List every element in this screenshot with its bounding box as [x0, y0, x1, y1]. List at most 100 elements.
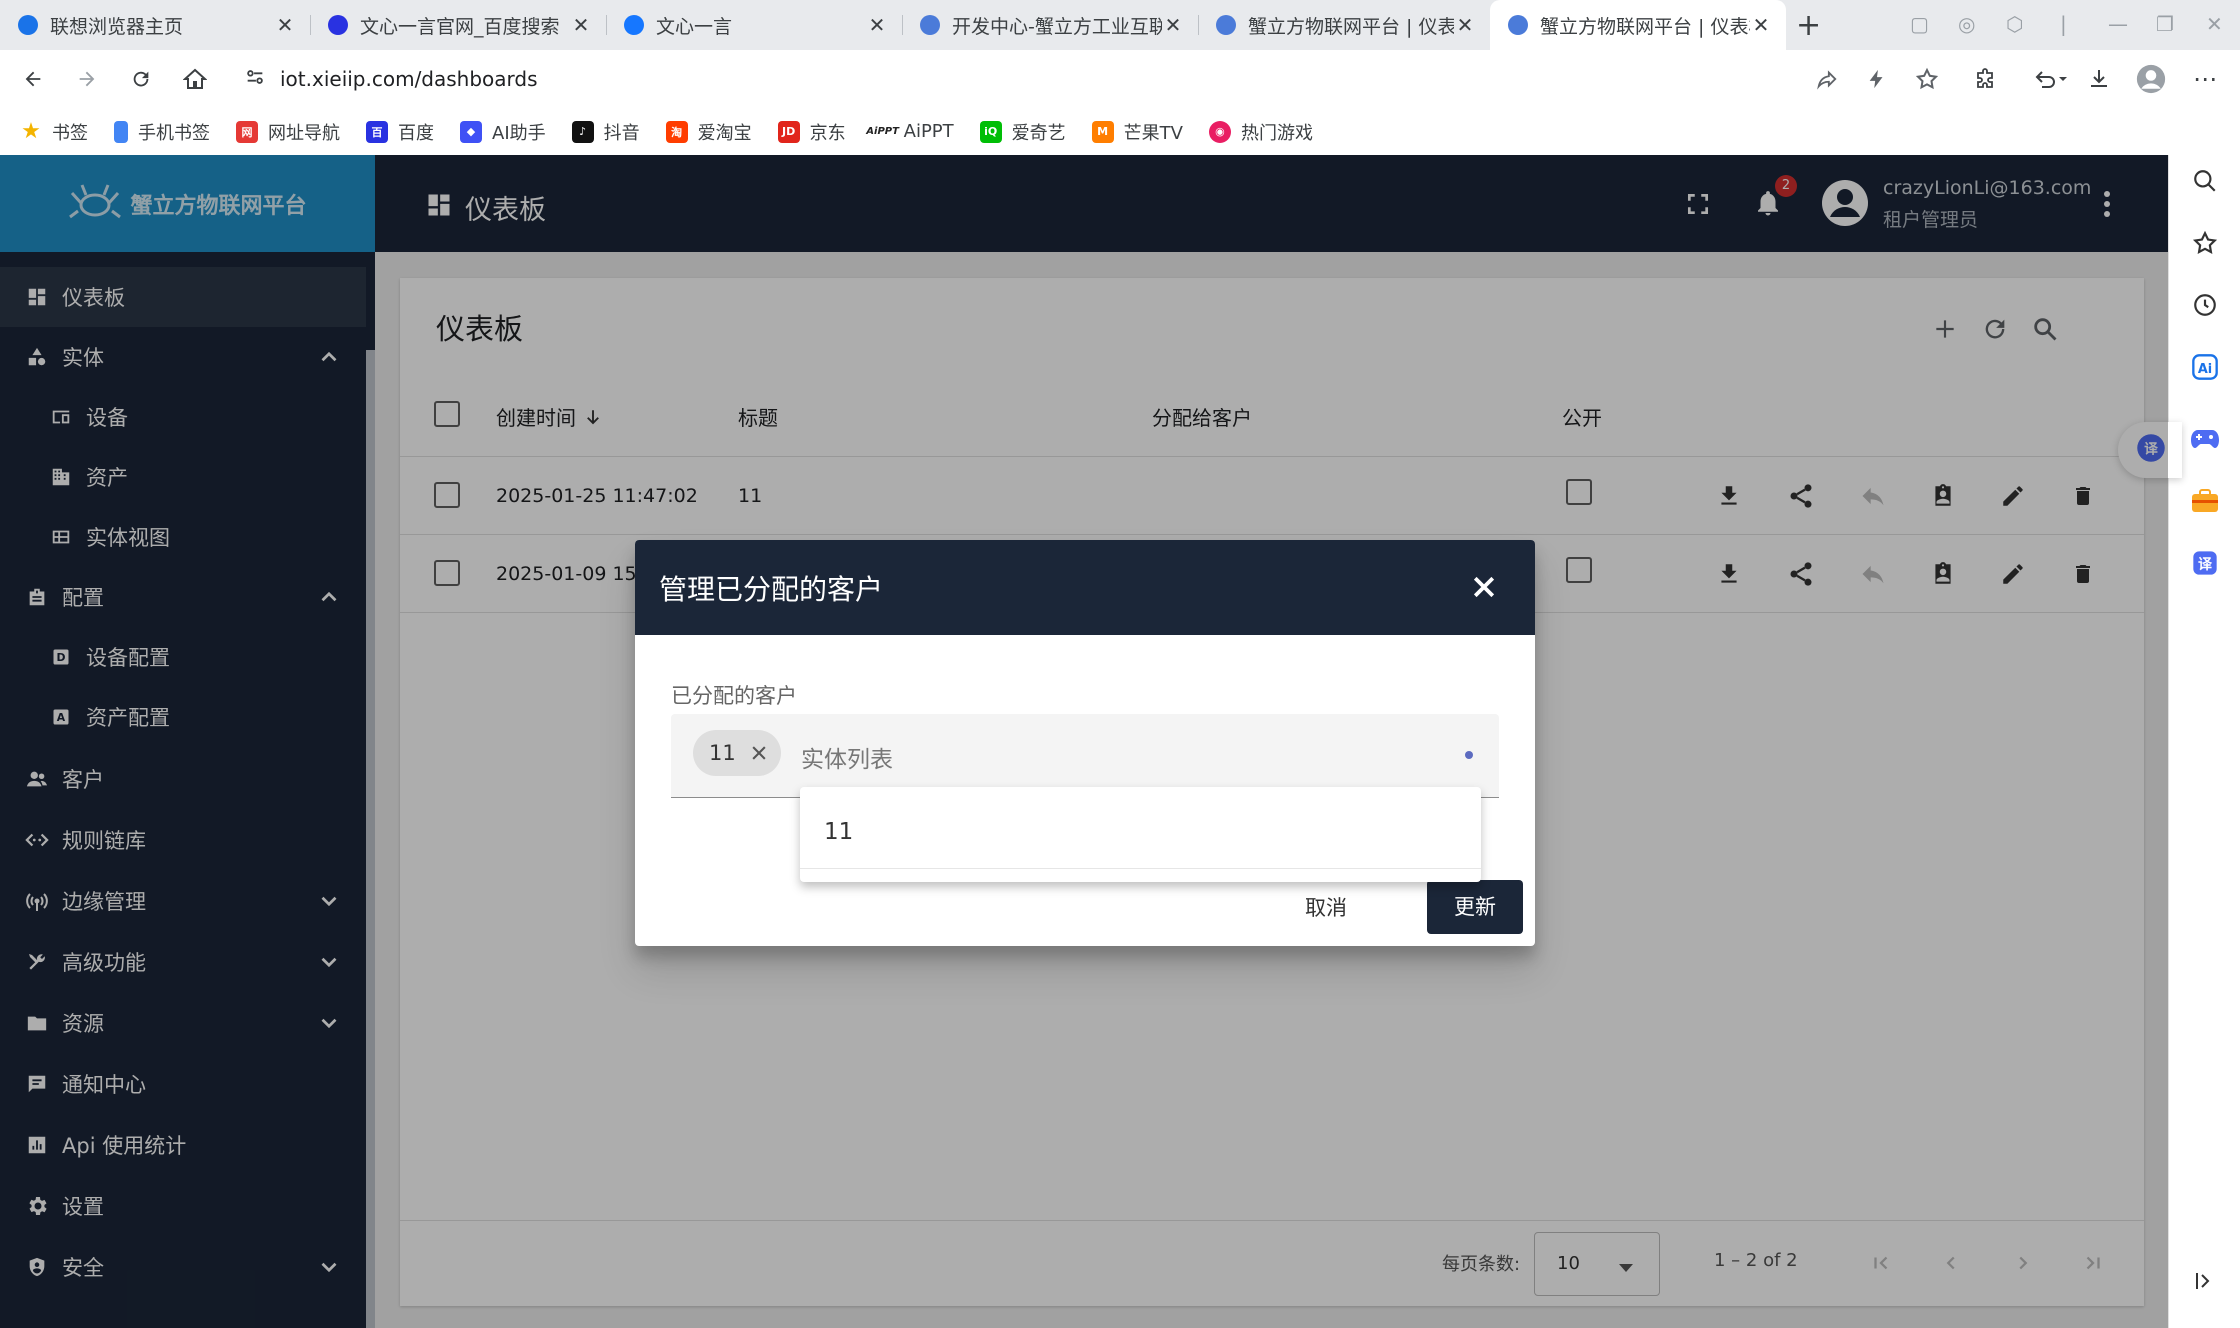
bookmark-item[interactable]: ♪ 抖音	[571, 119, 640, 145]
bookmark-label: 书签	[52, 122, 88, 144]
svg-text:Ai: Ai	[2198, 362, 2212, 377]
browser-tab[interactable]: 文心一言官网_百度搜索 ✕	[310, 0, 606, 50]
bookmark-label: 网址导航	[268, 122, 340, 144]
shirt-icon[interactable]: ⬡	[2006, 12, 2023, 36]
bookmark-item[interactable]: 百百度	[366, 119, 434, 145]
share-icon[interactable]	[1812, 64, 1842, 94]
reload-icon[interactable]	[124, 62, 158, 96]
gamepad-icon[interactable]	[2189, 423, 2221, 455]
close-icon[interactable]: ✕	[570, 13, 592, 37]
tab-title: 蟹立方物联网平台 | 仪表板	[1540, 15, 1750, 38]
extensions-puzzle-icon[interactable]	[1970, 64, 2000, 94]
baidu-icon	[328, 15, 348, 35]
bookmark-label: 手机书签	[138, 122, 210, 144]
option-label: 11	[824, 819, 854, 845]
bookmark-label: 抖音	[603, 122, 640, 144]
new-tab-button[interactable]: +	[1796, 8, 1821, 43]
autocomplete-option[interactable]: 11	[800, 787, 1481, 869]
browser-tab[interactable]: 联想浏览器主页 ✕	[0, 0, 310, 50]
browser-tab[interactable]: 开发中心-蟹立方工业互联 ✕	[902, 0, 1198, 50]
search-icon[interactable]	[2189, 165, 2221, 197]
close-icon[interactable]: ✕	[274, 13, 296, 37]
update-button[interactable]: 更新	[1427, 880, 1523, 934]
browser-tab[interactable]: 蟹立方物联网平台 | 仪表板 ✕	[1198, 0, 1490, 50]
profile-avatar-icon[interactable]	[2136, 64, 2166, 94]
nav-site-icon: 网	[236, 120, 258, 143]
bookmark-item[interactable]: ◉ 热门游戏	[1208, 119, 1313, 145]
game-icon: ◉	[1208, 120, 1231, 143]
bookmark-item[interactable]: JD 京东	[777, 119, 846, 145]
close-icon[interactable]: ✕	[1454, 13, 1476, 37]
bookmark-label: 百度	[398, 122, 434, 144]
back-icon[interactable]	[16, 62, 50, 96]
bookmark-label: 爱淘宝	[697, 122, 752, 144]
dialog-title: 管理已分配的客户	[659, 573, 884, 606]
baidu-icon: 百	[366, 120, 388, 143]
briefcase-icon[interactable]	[2189, 485, 2221, 517]
address-bar: iot.xieiip.com/dashboards ⋯	[0, 50, 2240, 108]
bookmark-item[interactable]: AiPPT AiPPT	[866, 120, 954, 143]
close-icon[interactable]: ✕	[1162, 13, 1184, 37]
close-icon[interactable]	[1469, 572, 1499, 606]
browser-tab-active[interactable]: 蟹立方物联网平台 | 仪表板 ✕	[1490, 0, 1786, 50]
extensions-icon[interactable]: ◎	[1958, 12, 1975, 36]
ai-assistant-icon: ◆	[460, 120, 482, 143]
chip-remove-icon[interactable]	[749, 743, 769, 767]
cancel-button[interactable]: 取消	[1305, 892, 1347, 922]
tab-title: 文心一言	[656, 15, 733, 38]
crab-logo-icon	[920, 15, 940, 35]
manage-assigned-customers-dialog: 管理已分配的客户 已分配的客户 11 实体列表 取消 更新	[635, 540, 1535, 946]
browser-tab[interactable]: 文心一言 ✕	[606, 0, 902, 50]
lightning-icon[interactable]	[1862, 64, 1892, 94]
bookmark-label: 热门游戏	[1240, 122, 1313, 144]
douyin-icon: ♪	[571, 120, 594, 143]
translate-icon[interactable]: 译	[2189, 547, 2221, 579]
collapse-panel-icon[interactable]	[2189, 1265, 2221, 1297]
bookmark-item[interactable]: iQ 爱奇艺	[979, 119, 1066, 145]
mango-tv-icon: M	[1091, 120, 1114, 143]
svg-text:译: 译	[2198, 557, 2213, 573]
crab-logo-icon	[1216, 15, 1236, 35]
url-input[interactable]: iot.xieiip.com/dashboards	[280, 67, 538, 91]
aippt-icon: AiPPT	[866, 120, 899, 143]
tab-title: 联想浏览器主页	[50, 15, 184, 38]
chip-label: 11	[709, 741, 736, 765]
customers-chip-input[interactable]: 11 实体列表	[671, 714, 1499, 798]
bookmark-label: AiPPT	[903, 121, 954, 142]
minimize-icon[interactable]: —	[2108, 12, 2128, 36]
bookmark-item[interactable]: 淘爱淘宝	[665, 119, 752, 145]
undo-menu-icon[interactable]	[2030, 64, 2072, 94]
bookmark-item[interactable]: ◆ AI助手	[460, 119, 546, 145]
star-icon[interactable]	[1912, 64, 1942, 94]
ai-icon[interactable]: Ai	[2189, 351, 2221, 383]
bookmark-label: AI助手	[492, 122, 546, 144]
restore-icon[interactable]: ❐	[2156, 12, 2174, 36]
bookmark-label: 爱奇艺	[1011, 122, 1066, 144]
forward-icon[interactable]	[70, 62, 104, 96]
separator-icon: |	[2060, 12, 2067, 36]
download-icon[interactable]	[2084, 64, 2114, 94]
home-icon[interactable]	[178, 62, 212, 96]
dialog-header: 管理已分配的客户	[635, 540, 1535, 635]
tab-title: 文心一言官网_百度搜索	[360, 15, 560, 38]
more-icon[interactable]: ⋯	[2190, 64, 2220, 94]
site-info-icon[interactable]	[244, 66, 266, 92]
bookmark-item[interactable]: 手机书签	[114, 119, 210, 145]
loading-dot-icon	[1465, 751, 1473, 759]
entity-list-input[interactable]: 实体列表	[801, 740, 893, 774]
field-label: 已分配的客户	[671, 684, 797, 708]
tab-search-icon[interactable]: ▢	[1910, 12, 1929, 36]
window-close-icon[interactable]: ✕	[2206, 12, 2223, 36]
taobao-icon: 淘	[665, 120, 688, 143]
close-icon[interactable]: ✕	[866, 13, 888, 37]
tab-title: 开发中心-蟹立方工业互联	[952, 15, 1162, 38]
bookmark-item[interactable]: 网网址导航	[236, 119, 340, 145]
iqiyi-icon: iQ	[979, 120, 1002, 143]
bookmark-item[interactable]: M 芒果TV	[1091, 119, 1183, 145]
favorites-star-icon[interactable]	[2189, 227, 2221, 259]
bookmark-item[interactable]: ★ 书签	[20, 119, 88, 145]
phone-icon	[114, 120, 128, 143]
close-icon[interactable]: ✕	[1750, 13, 1772, 37]
browser-home-icon	[18, 15, 38, 35]
history-clock-icon[interactable]	[2189, 289, 2221, 321]
